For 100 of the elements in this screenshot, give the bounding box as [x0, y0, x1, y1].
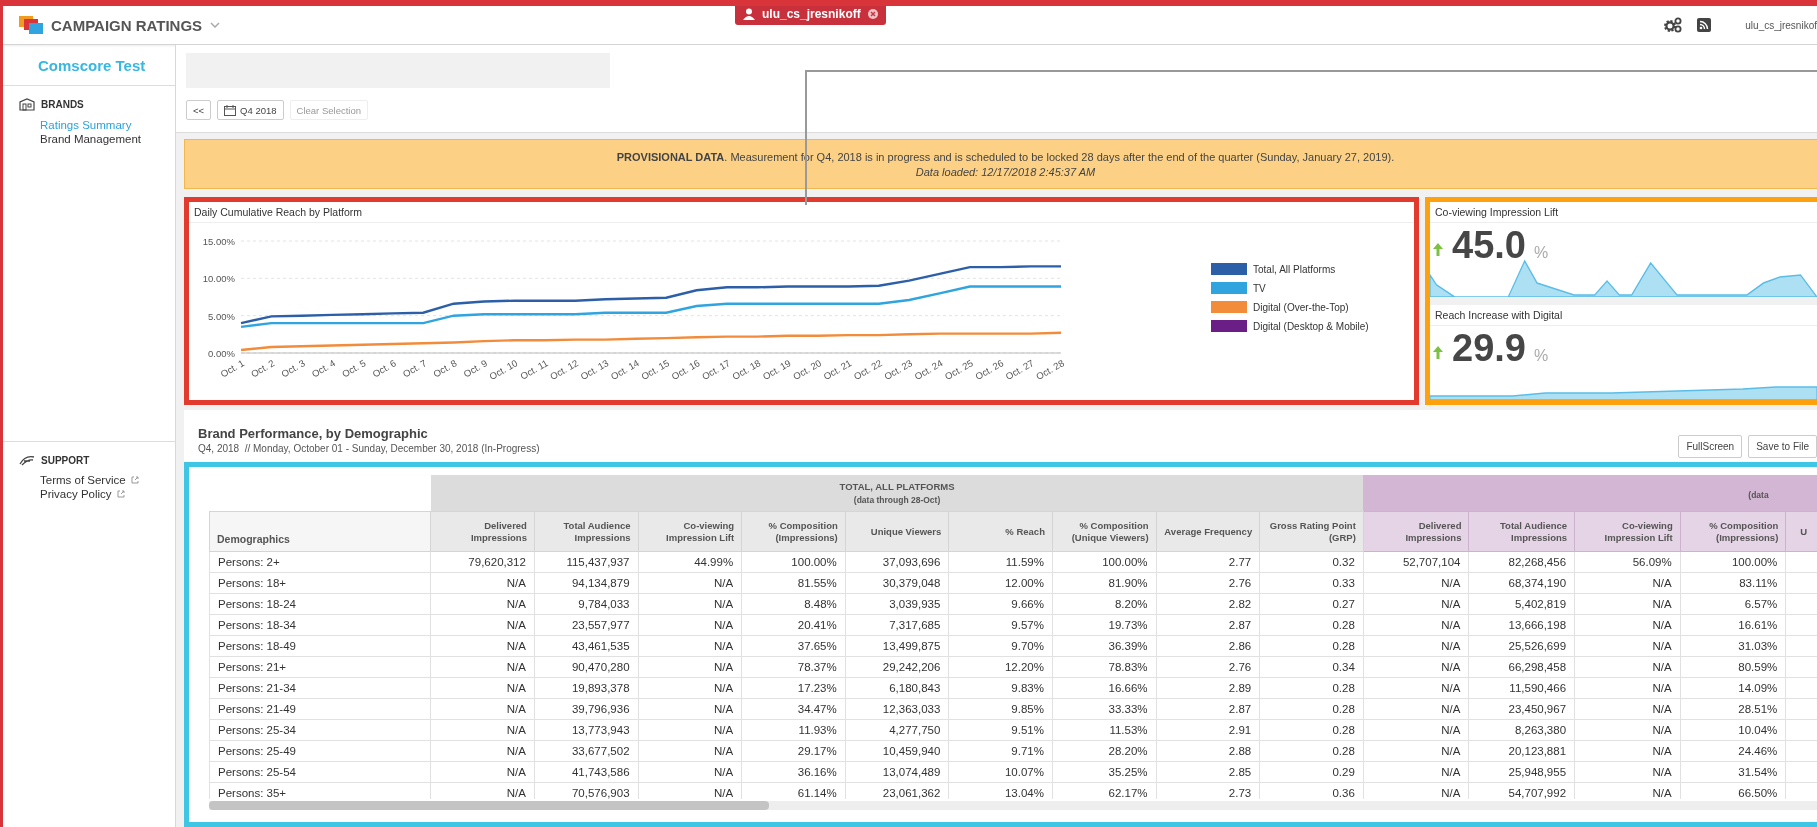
table-cell: N/A	[1363, 719, 1469, 741]
x-tick-label: Oct. 15	[639, 357, 672, 383]
action-button[interactable]: Save to File	[1748, 435, 1817, 458]
rss-icon[interactable]	[1697, 18, 1712, 32]
x-tick-label: Oct. 8	[431, 357, 459, 380]
y-tick-label: 0.00%	[208, 348, 235, 359]
column-header[interactable]: Demographics	[209, 511, 431, 552]
y-tick-label: 10.00%	[202, 273, 235, 285]
table-cell: 81.90%	[1052, 572, 1157, 594]
column-header[interactable]: U	[1785, 511, 1817, 552]
table-cell: 19,893,378	[534, 677, 639, 699]
table-cell: 19.73%	[1052, 614, 1157, 636]
table-cell: 24.46%	[1680, 740, 1786, 762]
x-tick-label: Oct. 6	[370, 357, 398, 380]
table-cell: 0.29	[1259, 761, 1364, 783]
table-cell: 11,590,466	[1468, 677, 1575, 699]
table-cell: 2.77	[1156, 551, 1260, 573]
table-cell: N/A	[638, 740, 742, 762]
x-tick-label: Oct. 21	[821, 357, 854, 383]
column-header[interactable]: Average Frequency	[1156, 511, 1260, 552]
kpi-unit: %	[1533, 347, 1549, 365]
table-cell: 39,796,936	[534, 698, 639, 720]
table-cell: 6.57%	[1680, 593, 1786, 615]
table-cell: N/A	[1574, 593, 1681, 615]
column-header[interactable]: % Composition (Impressions)	[1680, 511, 1786, 552]
x-tick-label: Oct. 25	[942, 357, 975, 383]
table-cell: N/A	[430, 656, 535, 678]
table-cell: 100.00%	[741, 551, 846, 573]
table-cell: 5,402,819	[1468, 593, 1575, 615]
column-header[interactable]: Delivered Impressions	[1363, 511, 1469, 552]
table-cell: N/A	[638, 677, 742, 699]
table-cell: 0.33	[1259, 572, 1364, 594]
user-chip-label: ulu_cs_jresnikoff	[762, 7, 861, 21]
table-cell: 28.20%	[1052, 740, 1157, 762]
user-name[interactable]: ulu_cs_jresnikof	[1745, 19, 1817, 31]
table-cell: 11.93%	[741, 719, 846, 741]
column-header[interactable]: % Composition (Impressions)	[741, 511, 846, 552]
caret-icon[interactable]	[210, 22, 221, 28]
period-button[interactable]: Q4 2018	[217, 100, 284, 120]
table-cell: 9.57%	[948, 614, 1053, 636]
x-tick-label: Oct. 20	[791, 357, 824, 383]
x-tick-label: Oct. 28	[1034, 357, 1066, 383]
table-cell: 44.99%	[638, 551, 742, 573]
column-header[interactable]: Co-viewing Impression Lift	[1574, 511, 1681, 552]
column-header[interactable]: Total Audience Impressions	[534, 511, 639, 552]
column-header[interactable]: Total Audience Impressions	[1468, 511, 1575, 552]
action-button[interactable]: FullScreen	[1678, 435, 1743, 458]
table-cell: N/A	[1363, 614, 1469, 636]
table-cell: 81.55%	[741, 572, 846, 594]
table-cell: 94,134,879	[534, 572, 639, 594]
table-cell: 2.87	[1156, 698, 1260, 720]
column-header[interactable]: Co-viewing Impression Lift	[638, 511, 742, 552]
user-chip[interactable]: ulu_cs_jresnikoff	[735, 6, 886, 25]
sidebar-link[interactable]: Terms of Service	[40, 474, 175, 486]
table-cell: N/A	[1574, 656, 1681, 678]
table-cell: Persons: 25-54	[209, 761, 431, 783]
table-cell: 90,470,280	[534, 656, 639, 678]
scrollbar[interactable]	[209, 801, 1817, 810]
close-icon[interactable]	[867, 9, 878, 19]
table-cell: 2.88	[1156, 740, 1260, 762]
table-cell: N/A	[638, 593, 742, 615]
y-tick-label: 15.00%	[202, 236, 235, 247]
table-cell: 3,039,935	[845, 593, 949, 615]
table-cell: 10.04%	[1680, 719, 1786, 741]
x-tick-label: Oct. 11	[518, 357, 550, 382]
table-cell: 0.28	[1259, 698, 1364, 720]
table-cell: 2.82	[1156, 593, 1260, 615]
legend-label: Total, All Platforms	[1253, 264, 1336, 275]
table-cell: 34.47%	[741, 698, 846, 720]
sidebar-link[interactable]: Brand Management	[40, 133, 175, 145]
table-cell: N/A	[1574, 677, 1681, 699]
settings-icon[interactable]	[1663, 17, 1684, 33]
sidebar-link[interactable]: Privacy Policy	[40, 488, 175, 500]
table-cell: 2.87	[1156, 614, 1260, 636]
table-cell: Persons: 21+	[209, 656, 431, 678]
column-header[interactable]: Delivered Impressions	[430, 511, 535, 552]
column-header[interactable]: Gross Rating Point (GRP)	[1259, 511, 1364, 552]
table-cell: 9.66%	[948, 593, 1053, 615]
table-cell: N/A	[1574, 740, 1681, 762]
table-cell: N/A	[638, 614, 742, 636]
column-header[interactable]: Unique Viewers	[845, 511, 949, 552]
logo-icon	[19, 16, 43, 34]
table-cell: 66,298,458	[1468, 656, 1575, 678]
table-cell: 12.00%	[948, 572, 1053, 594]
table-cell: N/A	[430, 614, 535, 636]
table-cell: 20,123,881	[1468, 740, 1575, 762]
column-header[interactable]: % Reach	[948, 511, 1053, 552]
table-cell: 13,074,489	[845, 761, 949, 783]
column-header[interactable]: % Composition (Unique Viewers)	[1052, 511, 1157, 552]
x-tick-label: Oct. 4	[309, 357, 338, 380]
table-cell: 7,317,685	[845, 614, 949, 636]
table-cell: 43,461,535	[534, 635, 639, 657]
table-cell: 31.03%	[1680, 635, 1786, 657]
back-button[interactable]: <<	[186, 100, 212, 120]
table-cell: Persons: 25-49	[209, 740, 431, 762]
user-icon	[743, 8, 755, 20]
table-cell: 12.20%	[948, 656, 1053, 678]
table-cell: 10,459,940	[845, 740, 949, 762]
date-range-text: Q4, 2018 // Monday, October 01 - Sunday, December 30, 2018 (In-Progress)	[198, 443, 540, 454]
table-cell: 16.61%	[1680, 614, 1786, 636]
